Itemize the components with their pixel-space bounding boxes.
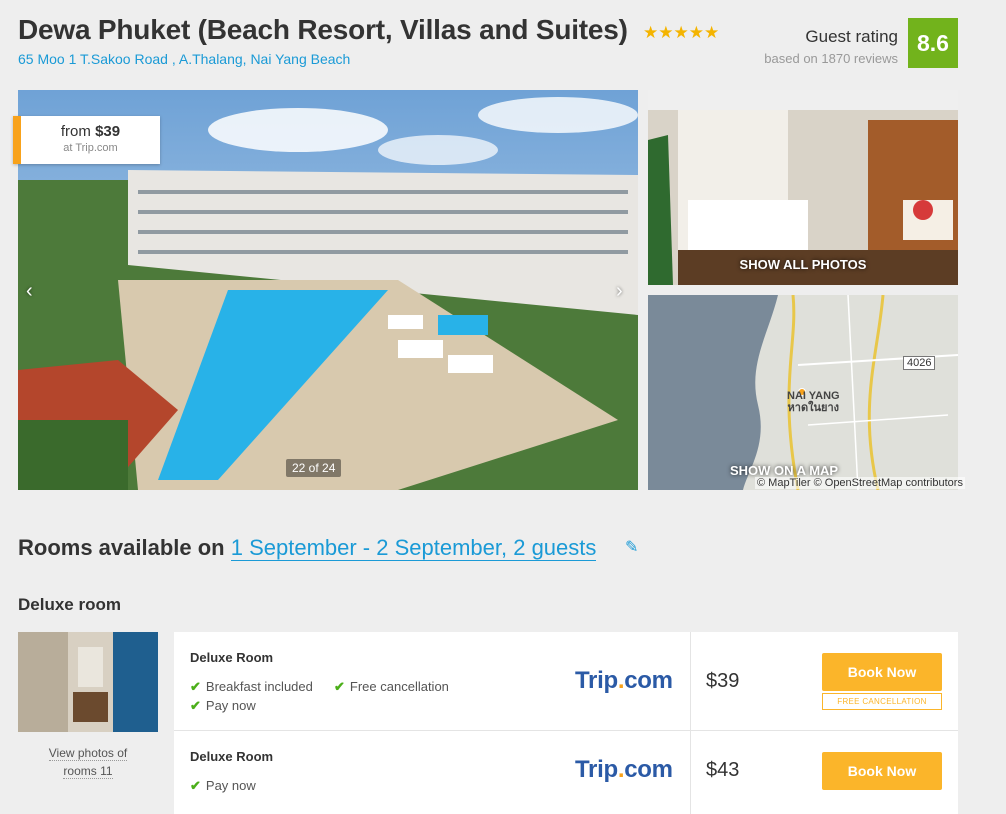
feature-label: Free cancellation bbox=[349, 679, 449, 694]
map-place-label: NAI YANG หาดในยาง bbox=[787, 390, 840, 414]
room-type-title: Deluxe room bbox=[18, 595, 121, 614]
view-room-photos-link[interactable]: View photos of rooms 11 bbox=[18, 744, 158, 780]
provider-name-part: Trip bbox=[575, 756, 618, 783]
bedroom-image bbox=[648, 90, 958, 285]
photo-counter: 22 of 24 bbox=[286, 459, 342, 477]
offer-price: $39 bbox=[706, 670, 740, 692]
provider-name-part: com bbox=[624, 667, 673, 694]
edit-pencil-icon[interactable]: ✎ bbox=[625, 537, 638, 557]
feature-breakfast: ✔ Breakfast included bbox=[190, 679, 313, 695]
guest-rating-label: Guest rating bbox=[805, 27, 898, 46]
hotel-name: Dewa Phuket (Beach Resort, Villas and Su… bbox=[18, 14, 628, 45]
feature-pay-now: ✔ Pay now bbox=[190, 778, 256, 794]
rooms-available-heading: Rooms available on 1 September - 2 Septe… bbox=[18, 535, 597, 561]
feature-label: Pay now bbox=[205, 778, 256, 793]
map-credit: © MapTiler © OpenStreetMap contributors bbox=[755, 477, 965, 489]
date-guest-selector[interactable]: 1 September - 2 September, 2 guests bbox=[230, 535, 597, 561]
chevron-left-icon[interactable]: ‹ bbox=[26, 280, 33, 303]
feature-free-cancellation: ✔ Free cancellation bbox=[334, 679, 449, 695]
offer-room-name: Deluxe Room bbox=[190, 650, 274, 665]
price-from-value: $39 bbox=[95, 123, 121, 140]
map-place-english: NAI YANG bbox=[787, 390, 840, 402]
view-photos-line2: rooms 11 bbox=[63, 764, 113, 779]
price-from-tag[interactable]: from $39 at Trip.com bbox=[13, 116, 160, 164]
check-icon: ✔ bbox=[190, 698, 201, 713]
star-rating-icon: ★★★★★ bbox=[643, 23, 720, 42]
price-source: at Trip.com bbox=[63, 142, 118, 154]
chevron-right-icon[interactable]: › bbox=[616, 280, 623, 303]
room-thumbnail[interactable] bbox=[18, 632, 158, 732]
provider-logo[interactable]: Trip.com bbox=[575, 667, 673, 695]
feature-label: Breakfast included bbox=[205, 679, 313, 694]
feature-label: Pay now bbox=[205, 698, 256, 713]
provider-name-part: com bbox=[624, 756, 673, 783]
road-number-badge: 4026 bbox=[903, 356, 936, 370]
price-from-label: from bbox=[60, 123, 91, 140]
check-icon: ✔ bbox=[190, 679, 201, 694]
review-count: based on 1870 reviews bbox=[764, 51, 898, 66]
bathroom-image bbox=[18, 632, 158, 732]
show-on-map-link[interactable]: SHOW ON A MAP bbox=[730, 463, 838, 478]
hotel-address-link[interactable]: 65 Moo 1 T.Sakoo Road , A.Thalang, Nai Y… bbox=[18, 51, 350, 67]
map-place-thai: หาดในยาง bbox=[787, 402, 840, 414]
book-now-button[interactable]: Book Now bbox=[822, 653, 942, 691]
offer-price: $43 bbox=[706, 759, 740, 781]
show-all-photos-link[interactable]: SHOW ALL PHOTOS bbox=[648, 257, 958, 272]
offer-room-name: Deluxe Room bbox=[190, 749, 274, 764]
view-photos-line1: View photos of bbox=[48, 746, 128, 761]
provider-name-part: Trip bbox=[575, 667, 618, 694]
check-icon: ✔ bbox=[190, 778, 201, 793]
free-cancellation-badge: FREE CANCELLATION bbox=[822, 693, 942, 710]
offer-row: Deluxe Room ✔ Pay now Trip.com $43 Book N… bbox=[174, 731, 958, 814]
check-icon: ✔ bbox=[334, 679, 345, 694]
feature-pay-now: ✔ Pay now bbox=[190, 698, 256, 714]
book-now-button[interactable]: Book Now bbox=[822, 752, 942, 790]
offer-row: Deluxe Room ✔ Breakfast included ✔ Free ca… bbox=[174, 632, 958, 731]
offer-list: Deluxe Room ✔ Breakfast included ✔ Free ca… bbox=[174, 632, 958, 814]
provider-logo[interactable]: Trip.com bbox=[575, 756, 673, 784]
room-photo-tile[interactable] bbox=[648, 90, 958, 285]
rooms-available-prefix: Rooms available on bbox=[18, 535, 231, 560]
rating-score-badge: 8.6 bbox=[908, 18, 958, 68]
